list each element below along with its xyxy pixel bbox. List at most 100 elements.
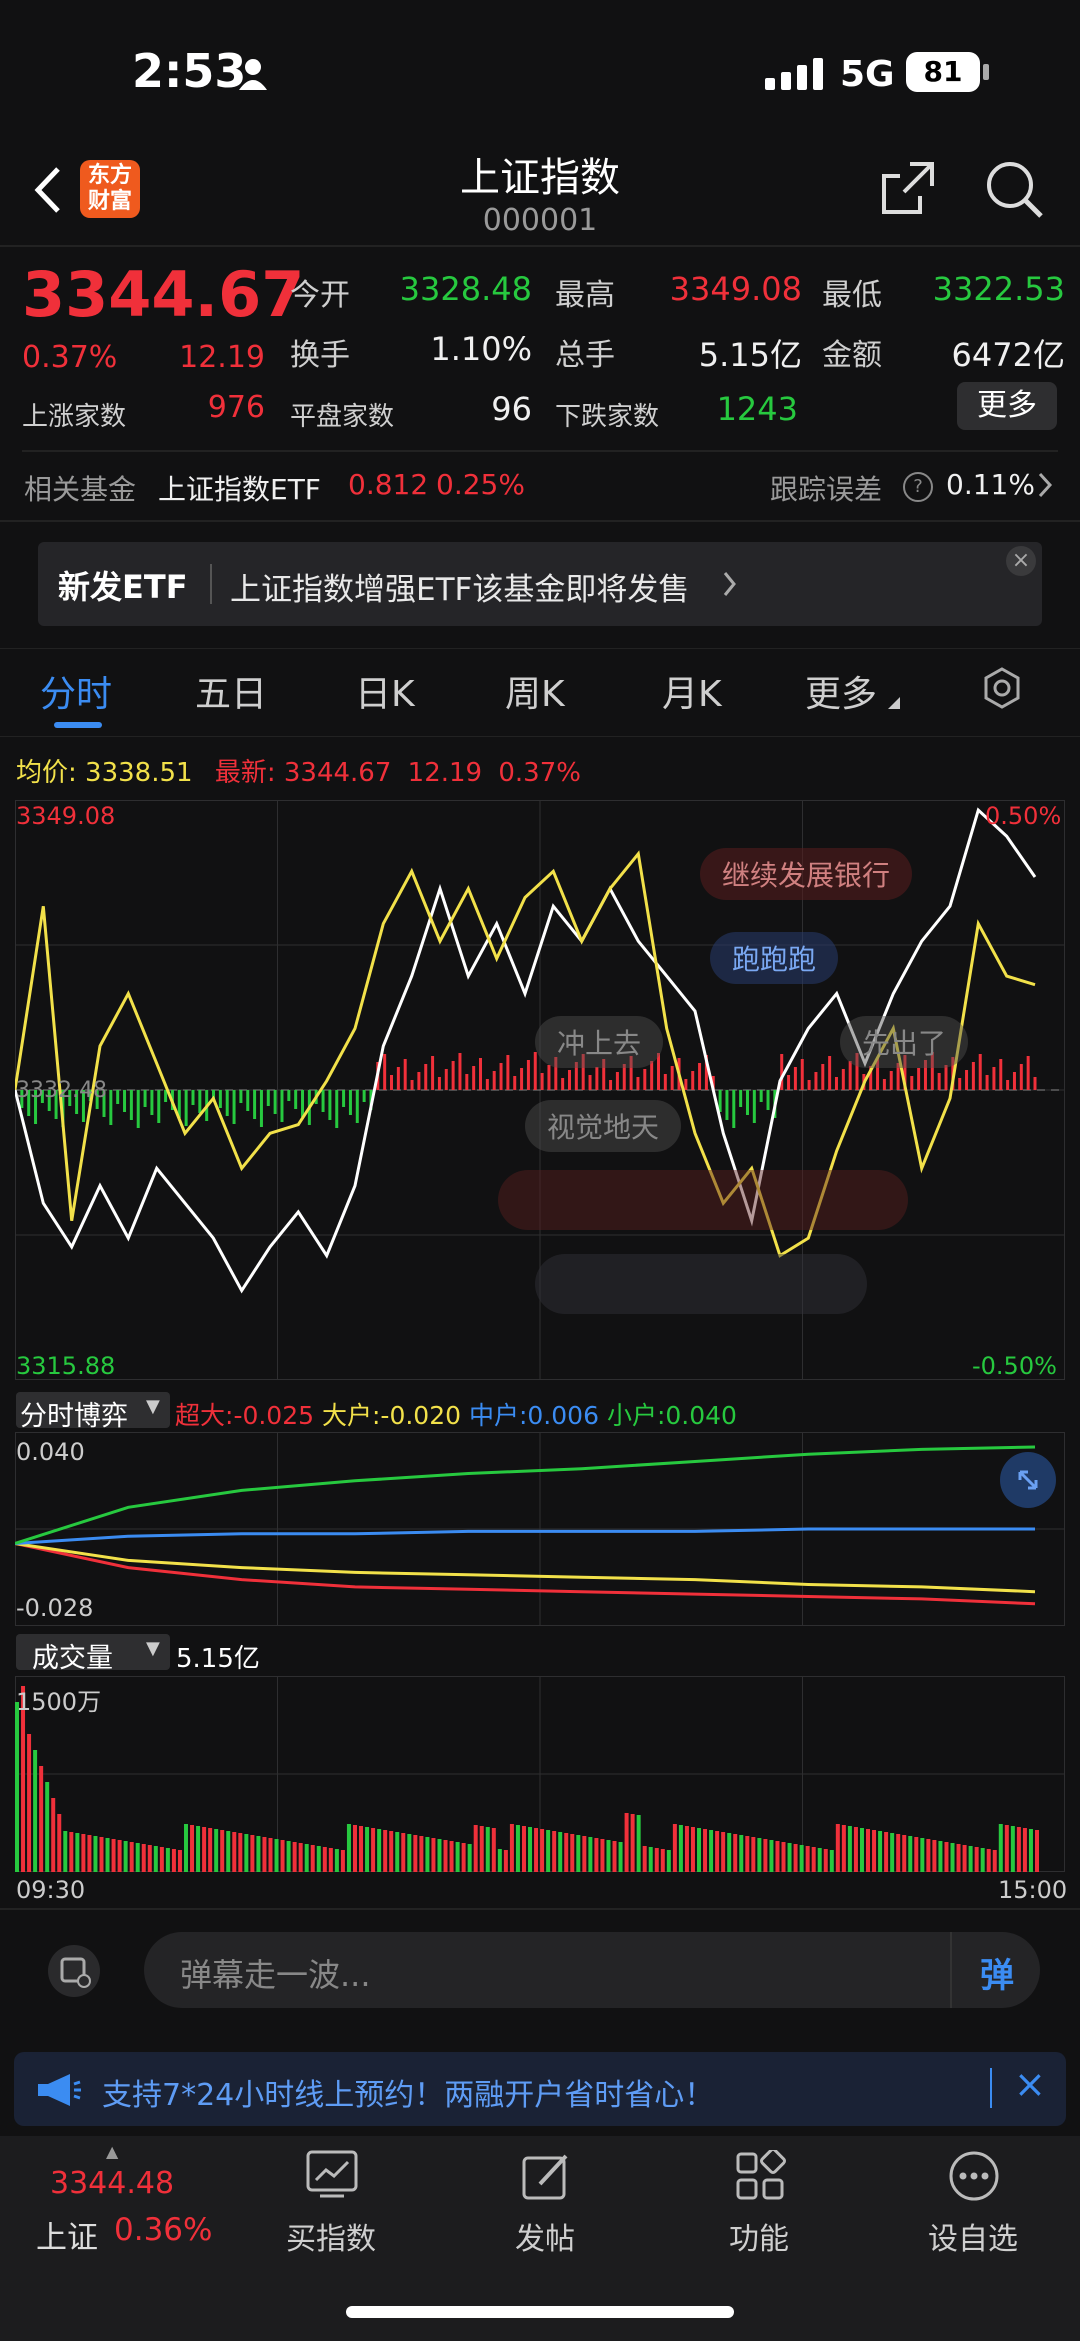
danmaku-bubble[interactable]: 继续发展银行 bbox=[700, 848, 913, 900]
volume-bar bbox=[509, 1824, 514, 1872]
tab-five-day[interactable]: 五日 bbox=[195, 665, 267, 717]
more-button[interactable]: 更多 bbox=[957, 382, 1057, 430]
send-danmaku-button[interactable]: 弹 bbox=[980, 1948, 1014, 1997]
volume-bar bbox=[817, 1848, 822, 1872]
volume-bar bbox=[377, 1829, 382, 1872]
change-value: 12.19 bbox=[179, 340, 265, 375]
volume-bar bbox=[298, 1843, 303, 1872]
up-count: 976 bbox=[207, 390, 265, 425]
nav-add-watchlist[interactable]: 设自选 bbox=[898, 2142, 1048, 2262]
nav-post[interactable]: 发帖 bbox=[470, 2142, 620, 2262]
nav-label: 买指数 bbox=[286, 2222, 376, 2257]
volume-bar bbox=[528, 1827, 533, 1872]
comment-placeholder: 弹幕走一波... bbox=[180, 1956, 371, 1994]
volume-bar bbox=[503, 1850, 508, 1872]
tab-more[interactable]: 更多 bbox=[805, 665, 877, 717]
volume-bar bbox=[316, 1846, 321, 1872]
edit-icon bbox=[520, 2150, 572, 2206]
related-fund-row[interactable]: 相关基金 上证指数ETF 0.812 0.25% 跟踪误差 ? 0.11% bbox=[0, 462, 1080, 510]
volume-bar bbox=[473, 1825, 478, 1872]
fund-label: 相关基金 bbox=[24, 473, 137, 506]
game-panel-title: 分时博弈 bbox=[20, 1401, 128, 1432]
banner-close-icon[interactable]: × bbox=[1006, 546, 1036, 576]
notice-bar[interactable]: 支持7*24小时线上预约！两融开户省时省心！ × bbox=[14, 2052, 1066, 2126]
volume-bar bbox=[1004, 1825, 1009, 1872]
status-time: 2:53 bbox=[132, 44, 247, 98]
volume-bar bbox=[606, 1840, 611, 1872]
volume-bar bbox=[721, 1832, 726, 1872]
volume-bar bbox=[63, 1831, 68, 1872]
danmaku-bubble[interactable]: 先出了 bbox=[840, 1016, 969, 1068]
tab-intraday[interactable]: 分时 bbox=[40, 665, 112, 717]
volume-bar bbox=[564, 1833, 569, 1872]
danmaku-toggle-icon[interactable] bbox=[48, 1945, 100, 1997]
danmaku-bubble[interactable]: 跑跑跑 bbox=[710, 932, 839, 984]
volume-bar bbox=[141, 1844, 146, 1872]
volume-bar bbox=[666, 1850, 671, 1872]
volume-value: 5.15亿 bbox=[698, 336, 802, 374]
danmaku-bubble[interactable]: 视觉地天 bbox=[525, 1100, 682, 1152]
tab-monthly-k[interactable]: 月K bbox=[662, 665, 722, 717]
volume-bar bbox=[594, 1838, 599, 1872]
volume-bar bbox=[672, 1824, 677, 1872]
high-value: 3349.08 bbox=[669, 270, 802, 308]
volume-bar bbox=[491, 1828, 496, 1872]
danmaku-bubble[interactable]: 冲上去 bbox=[535, 1016, 664, 1068]
volume-bar bbox=[413, 1835, 418, 1872]
volume-bar bbox=[618, 1842, 623, 1872]
game-chart[interactable] bbox=[15, 1432, 1065, 1626]
volume-bar bbox=[183, 1824, 188, 1872]
megaphone-icon bbox=[36, 2072, 82, 2112]
tab-weekly-k[interactable]: 周K bbox=[505, 665, 565, 717]
volume-bar bbox=[890, 1833, 895, 1872]
nav-functions[interactable]: 功能 bbox=[684, 2142, 834, 2262]
volume-bar bbox=[45, 1782, 50, 1872]
game-series-2 bbox=[15, 1527, 1035, 1545]
fund-name: 上证指数ETF bbox=[158, 473, 321, 506]
volume-bar bbox=[292, 1842, 297, 1872]
volume-selector[interactable]: 成交量 ▼ bbox=[16, 1634, 170, 1674]
nav-index-name: 上证 bbox=[36, 2220, 98, 2256]
tab-daily-k[interactable]: 日K bbox=[355, 665, 415, 717]
battery-tip bbox=[983, 64, 989, 80]
volume-title: 成交量 bbox=[32, 1643, 113, 1674]
volume-bar bbox=[340, 1850, 345, 1872]
divider bbox=[22, 450, 1058, 452]
game-panel-selector[interactable]: 分时博弈 ▼ bbox=[16, 1392, 170, 1432]
nav-label: 功能 bbox=[729, 2222, 789, 2257]
volume-bar bbox=[117, 1840, 122, 1872]
volume-bar bbox=[757, 1838, 762, 1872]
help-icon[interactable]: ? bbox=[903, 472, 933, 502]
volume-bar bbox=[648, 1847, 653, 1872]
share-icon[interactable] bbox=[880, 160, 936, 220]
expand-icon[interactable] bbox=[1000, 1452, 1056, 1508]
up-count-label: 上涨家数 bbox=[22, 402, 127, 432]
chart-bottom-value: 3315.88 bbox=[16, 1352, 116, 1380]
caret-up-icon: ▲ bbox=[106, 2142, 119, 2161]
volume-chart[interactable] bbox=[15, 1676, 1065, 1872]
open-label: 今开 bbox=[290, 278, 350, 313]
index-price: 3344.67 bbox=[22, 258, 305, 331]
volume-bar bbox=[552, 1831, 557, 1872]
settings-icon[interactable] bbox=[980, 666, 1024, 714]
volume-bar bbox=[781, 1842, 786, 1872]
fund-pct: 0.25% bbox=[436, 468, 525, 501]
chart-icon bbox=[306, 2150, 358, 2202]
volume-bar bbox=[636, 1815, 641, 1872]
notice-close-icon[interactable]: × bbox=[1014, 2062, 1046, 2106]
comment-input[interactable]: 弹幕走一波... 弹 bbox=[144, 1932, 1040, 2008]
volume-bar bbox=[250, 1835, 255, 1872]
volume-bar bbox=[690, 1827, 695, 1872]
volume-bar bbox=[763, 1839, 768, 1872]
volume-bar bbox=[328, 1848, 333, 1872]
volume-bar bbox=[974, 1847, 979, 1872]
etf-banner[interactable]: 新发ETF 上证指数增强ETF该基金即将发售 × bbox=[38, 542, 1042, 626]
search-icon[interactable] bbox=[985, 160, 1045, 224]
nav-index-quote[interactable]: ▲ 3344.48 上证 0.36% bbox=[20, 2142, 220, 2262]
nav-buy-index[interactable]: 买指数 bbox=[256, 2142, 406, 2262]
volume-bar bbox=[87, 1835, 92, 1872]
notice-divider bbox=[990, 2068, 992, 2108]
big-value: -0.020 bbox=[380, 1401, 462, 1430]
latest-label: 最新: bbox=[214, 758, 276, 788]
divider bbox=[0, 1908, 1080, 1910]
